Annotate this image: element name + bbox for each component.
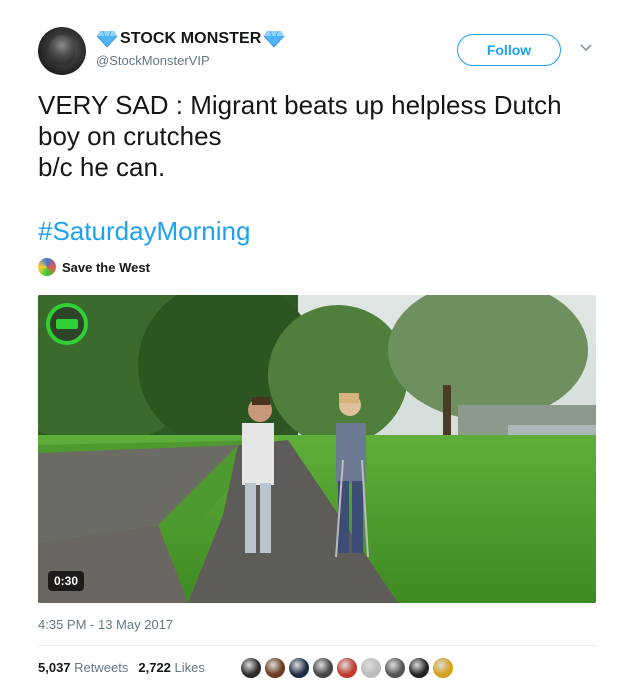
tweet-header: STOCK MONSTER @StockMonsterVIP Follow — [38, 27, 603, 77]
attribution-avatar — [38, 258, 56, 276]
engagement-stats: 5,037 Retweets 2,722 Likes — [38, 660, 205, 675]
retweets-stat[interactable]: 5,037 Retweets — [38, 660, 128, 675]
liker-avatars — [240, 657, 454, 679]
liker-avatar[interactable] — [288, 657, 310, 679]
author-display-name[interactable]: STOCK MONSTER — [96, 30, 285, 48]
chevron-down-icon[interactable] — [579, 43, 593, 53]
video-frame — [38, 295, 596, 603]
channel-logo-badge — [46, 303, 88, 345]
liker-avatar[interactable] — [384, 657, 406, 679]
liker-avatar[interactable] — [240, 657, 262, 679]
display-name-text: STOCK MONSTER — [120, 30, 262, 47]
liker-avatar[interactable] — [336, 657, 358, 679]
media-attribution[interactable]: Save the West — [38, 258, 150, 276]
retweets-count: 5,037 — [38, 660, 71, 675]
tweet-timestamp[interactable]: 4:35 PM - 13 May 2017 — [38, 617, 173, 632]
video-player[interactable]: 0:30 — [38, 295, 596, 603]
divider — [38, 645, 597, 646]
video-duration-badge: 0:30 — [48, 571, 85, 591]
liker-avatar[interactable] — [432, 657, 454, 679]
diamond-icon — [264, 30, 285, 48]
likes-stat[interactable]: 2,722 Likes — [138, 660, 205, 675]
liker-avatar[interactable] — [312, 657, 334, 679]
liker-avatar[interactable] — [408, 657, 430, 679]
tweet-text: VERY SAD : Migrant beats up helpless Dut… — [38, 90, 562, 182]
liker-avatar[interactable] — [264, 657, 286, 679]
attribution-name: Save the West — [62, 259, 150, 275]
gorilla-avatar-image — [49, 35, 75, 65]
likes-count: 2,722 — [138, 660, 171, 675]
author-username[interactable]: @StockMonsterVIP — [96, 53, 210, 68]
author-avatar[interactable] — [38, 27, 86, 75]
hashtag-link[interactable]: #SaturdayMorning — [38, 216, 250, 247]
diamond-icon — [96, 30, 118, 48]
follow-button[interactable]: Follow — [457, 34, 561, 66]
liker-avatar[interactable] — [360, 657, 382, 679]
retweets-label: Retweets — [74, 660, 129, 675]
likes-label: Likes — [174, 660, 205, 675]
